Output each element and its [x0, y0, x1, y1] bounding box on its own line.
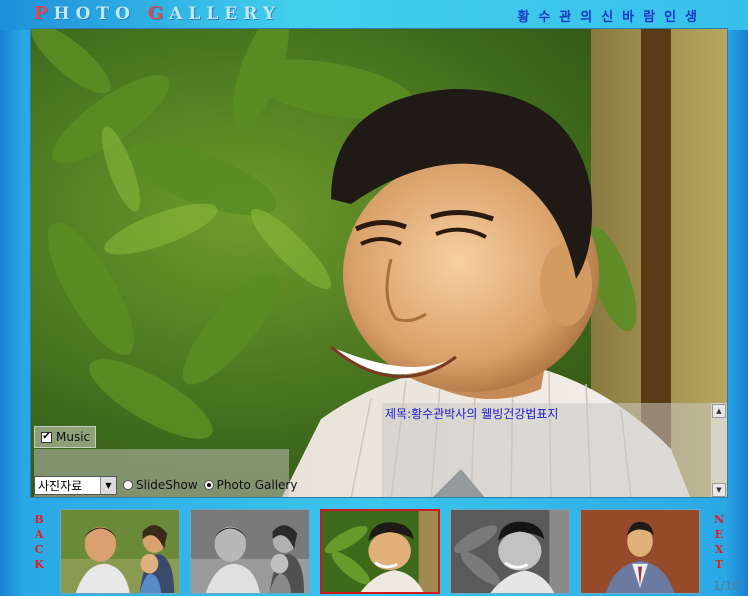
back-letter: C — [34, 543, 44, 556]
caption-scrollbar[interactable]: ▲ ▼ — [711, 403, 727, 497]
slideshow-option[interactable]: SlideShow — [123, 478, 198, 492]
thumbnail-image — [191, 510, 309, 593]
gallery-title: PHOTO GALLERY — [34, 3, 281, 24]
caption-box: 제목:황수관박사의 웰빙건강법표지 ▲ ▼ — [382, 403, 727, 497]
thumbnail-image — [61, 510, 179, 593]
back-letter: A — [34, 528, 44, 541]
next-letter: N — [713, 513, 725, 526]
thumbnail-image — [451, 510, 569, 593]
music-checkbox[interactable]: ✔ — [41, 431, 52, 443]
thumbnail-1[interactable] — [60, 509, 180, 594]
thumbnail-2[interactable] — [190, 509, 310, 594]
thumbnail-image — [322, 511, 438, 592]
scroll-down-icon[interactable]: ▼ — [712, 483, 726, 497]
slideshow-label: SlideShow — [136, 478, 198, 492]
scroll-up-icon[interactable]: ▲ — [712, 404, 726, 418]
control-row: 사진자료 ▼ SlideShow Photo Gallery — [34, 474, 297, 496]
back-letter: K — [34, 558, 44, 571]
next-letter: X — [714, 543, 724, 556]
back-button[interactable]: B A C K — [32, 512, 46, 572]
site-subtitle: 황수관의신바람인생 — [517, 10, 706, 25]
title-letter-g: G — [147, 3, 170, 24]
gallery-option[interactable]: Photo Gallery — [203, 478, 298, 492]
slideshow-radio[interactable] — [123, 480, 133, 490]
main-photo-frame: ✔ Music 사진자료 ▼ SlideShow Photo Gallery 제… — [30, 28, 728, 498]
back-letter: B — [34, 513, 44, 526]
music-label: Music — [56, 430, 91, 444]
category-selected-value: 사진자료 — [38, 478, 83, 493]
thumbnail-3-selected[interactable] — [320, 509, 440, 594]
title-word-photo: HOTO — [53, 4, 136, 24]
next-button[interactable]: N E X T — [712, 512, 726, 572]
photo-caption: 제목:황수관박사의 웰빙건강법표지 — [385, 407, 559, 421]
title-word-gallery: ALLERY — [169, 4, 281, 24]
thumbnail-image — [581, 510, 699, 593]
thumbnail-5[interactable] — [580, 509, 700, 594]
next-letter: E — [714, 528, 724, 541]
thumbnail-4[interactable] — [450, 509, 570, 594]
gallery-radio[interactable] — [203, 480, 214, 490]
gallery-label: Photo Gallery — [216, 478, 298, 492]
next-letter: T — [714, 558, 724, 571]
page-counter: 1/10 — [713, 579, 740, 593]
header-bar: PHOTO GALLERY 황수관의신바람인생 — [0, 0, 748, 30]
category-select[interactable]: 사진자료 ▼ — [34, 475, 117, 495]
title-letter-p: P — [34, 3, 54, 24]
music-toggle[interactable]: ✔ Music — [34, 426, 96, 448]
chevron-down-icon[interactable]: ▼ — [100, 476, 116, 494]
